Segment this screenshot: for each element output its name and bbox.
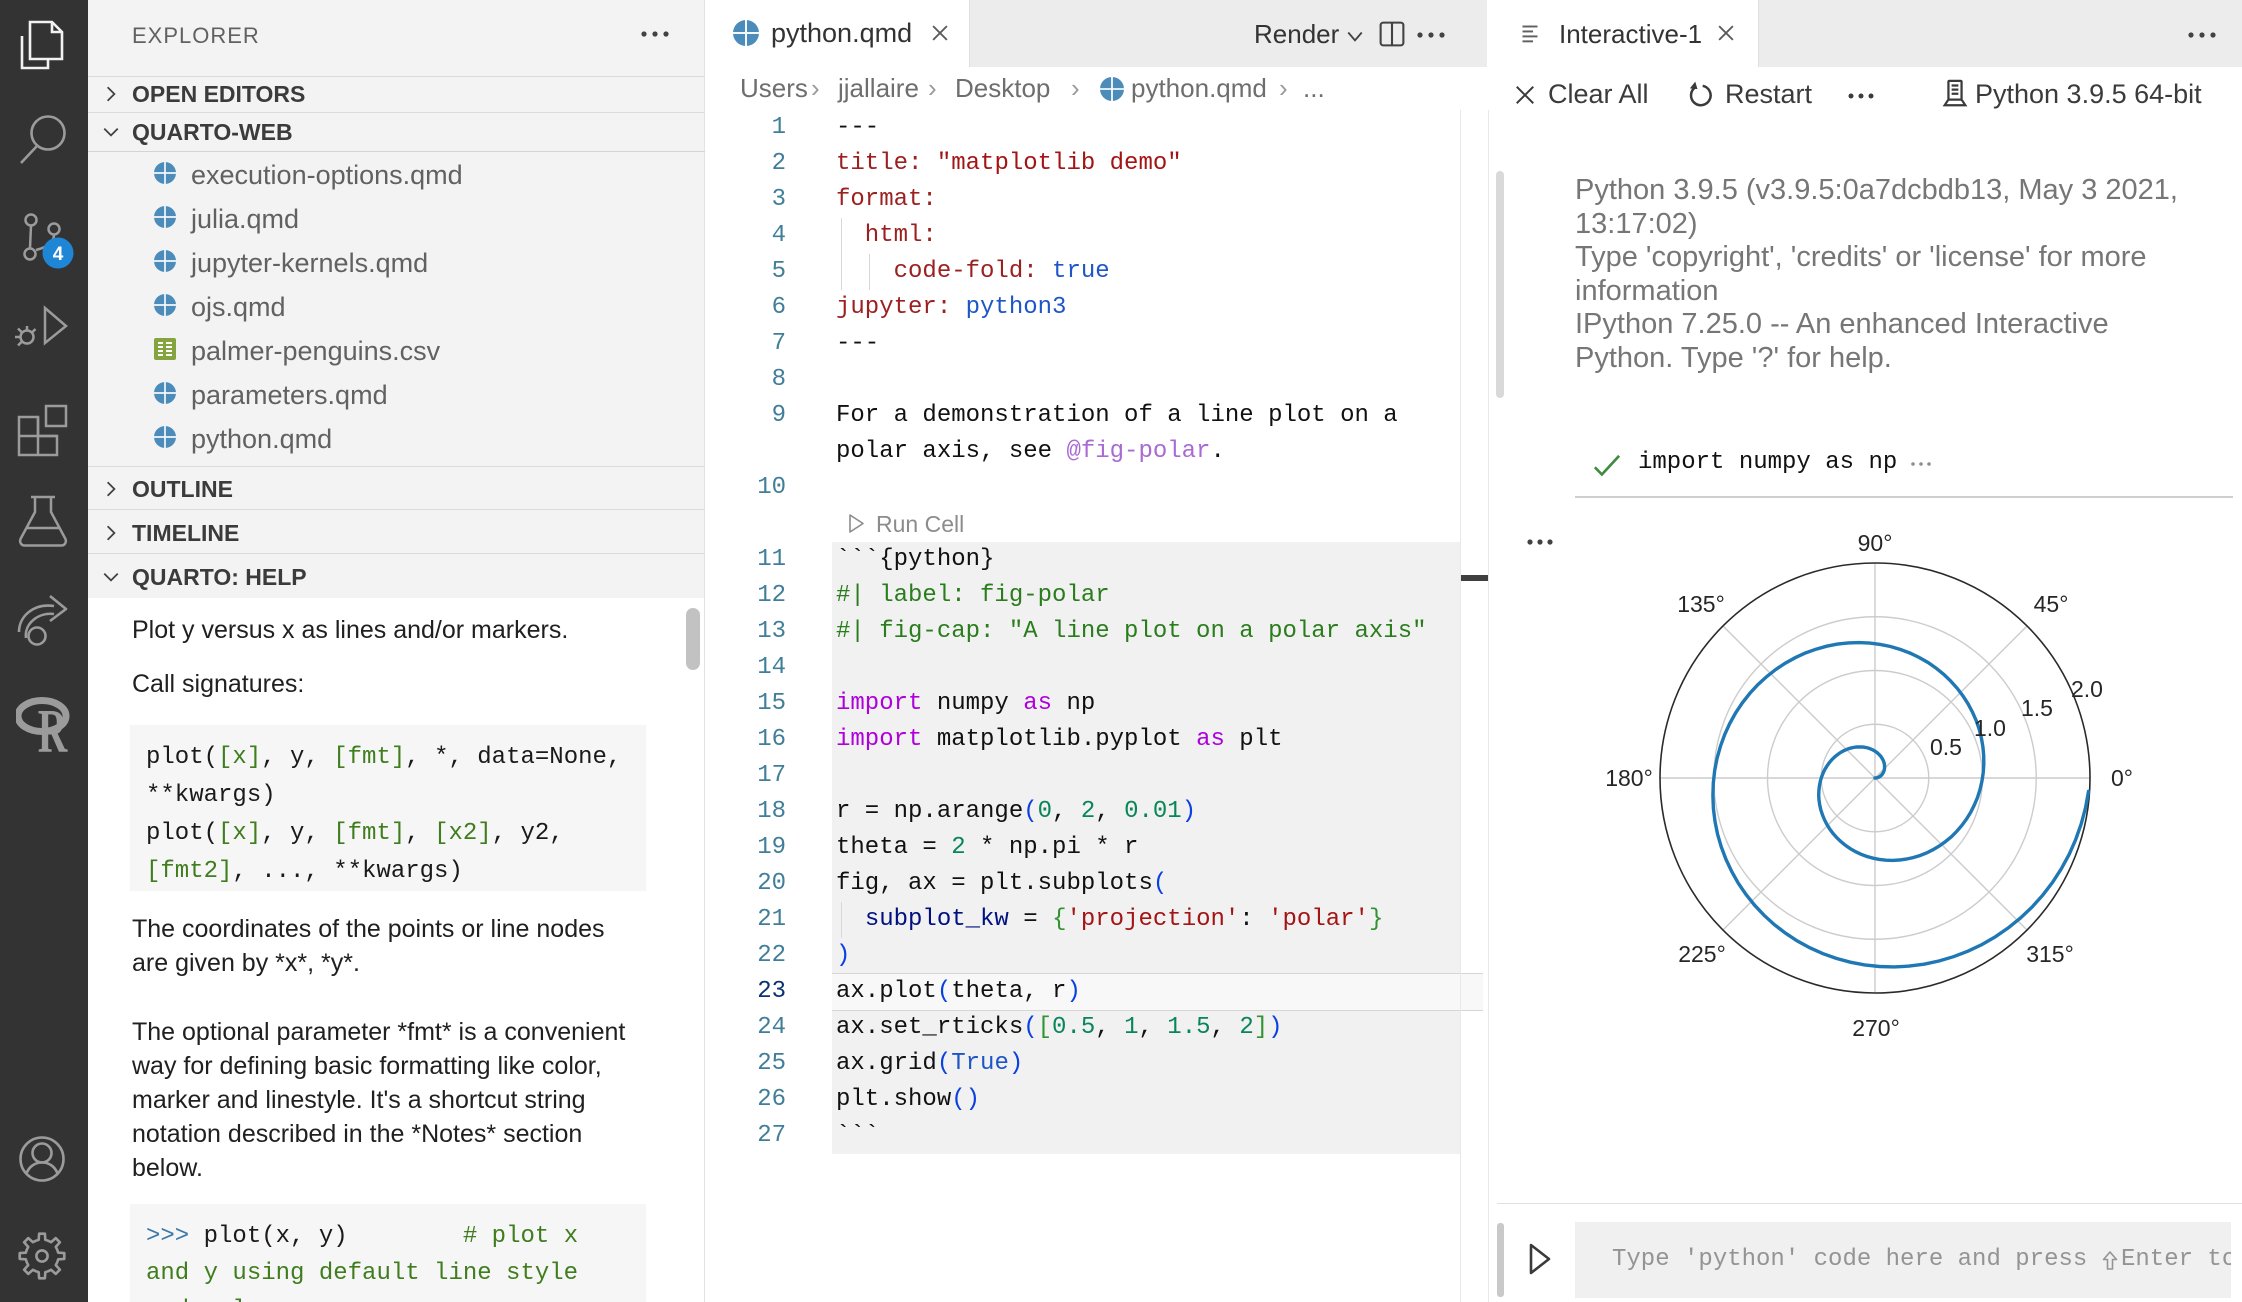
svg-text:270°: 270° [1852,1015,1900,1041]
svg-text:2.0: 2.0 [2071,676,2103,702]
svg-text:1.5: 1.5 [2021,695,2053,721]
svg-text:225°: 225° [1678,941,1726,967]
svg-text:180°: 180° [1605,765,1653,791]
svg-text:90°: 90° [1858,530,1893,556]
svg-text:1.0: 1.0 [1974,715,2006,741]
svg-text:135°: 135° [1677,591,1725,617]
svg-text:0.5: 0.5 [1930,734,1962,760]
svg-text:0°: 0° [2111,765,2133,791]
svg-text:45°: 45° [2034,591,2069,617]
svg-text:R: R [38,698,68,756]
svg-text:4: 4 [53,244,64,265]
svg-text:315°: 315° [2026,941,2074,967]
